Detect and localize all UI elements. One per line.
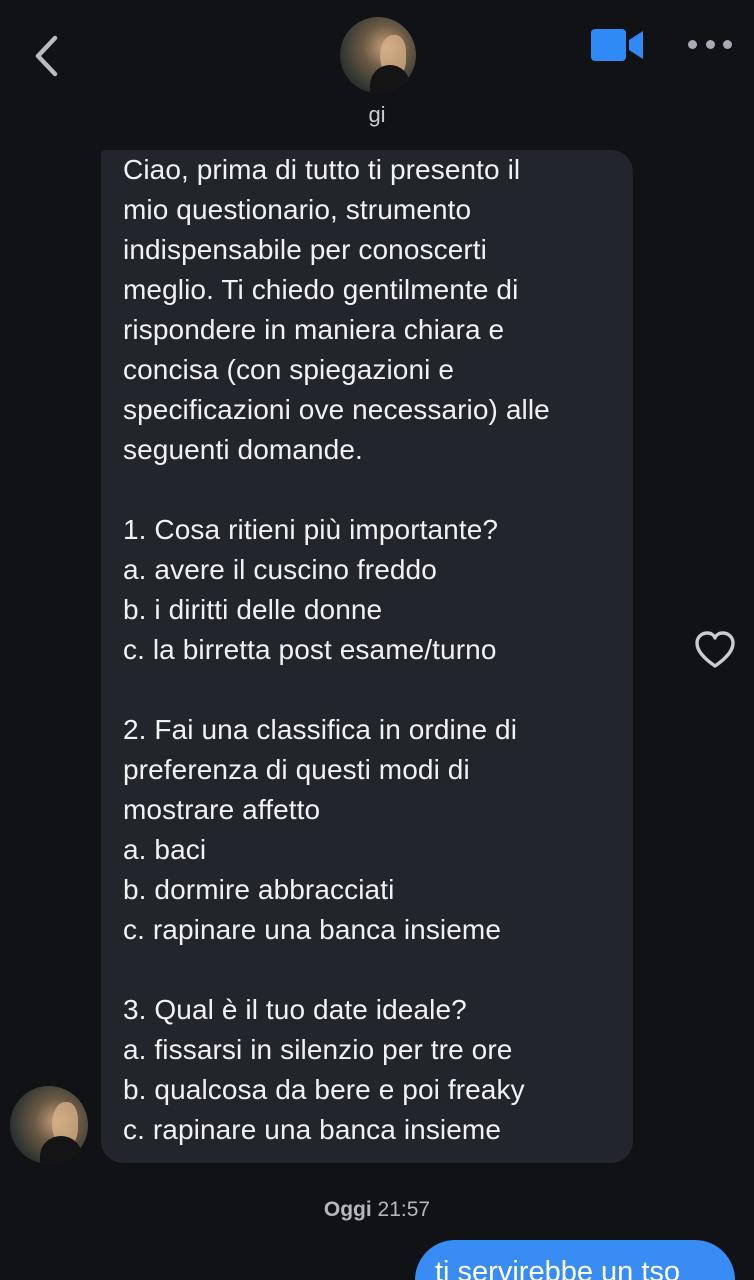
more-options-button[interactable] (688, 32, 732, 56)
contact-name[interactable]: gi (0, 102, 754, 128)
timestamp-time: 21:57 (377, 1198, 431, 1221)
incoming-message-bubble[interactable]: Ciao, prima di tutto ti presento il mio … (101, 150, 633, 1163)
like-button[interactable] (694, 630, 736, 670)
outgoing-message-text: ti servirebbe un tso (435, 1256, 681, 1280)
contact-avatar[interactable] (340, 17, 416, 93)
chat-screen: gi Ciao, prima di tutto ti presento il m… (0, 0, 754, 1280)
more-dots-icon (688, 39, 697, 49)
more-dots-icon (705, 39, 715, 49)
message-timestamp: Oggi 21:57 (0, 1198, 754, 1222)
heart-outline-icon (695, 631, 735, 668)
timestamp-day: Oggi (323, 1198, 372, 1221)
video-camera-icon (591, 29, 643, 61)
back-button[interactable] (24, 30, 68, 82)
sender-avatar[interactable] (10, 1086, 88, 1164)
incoming-message-text: Ciao, prima di tutto ti presento il mio … (123, 154, 550, 1145)
avatar-body (40, 1136, 82, 1164)
video-call-button[interactable] (590, 28, 646, 62)
chevron-left-icon (35, 35, 58, 77)
outgoing-message-bubble[interactable]: ti servirebbe un tso (415, 1240, 735, 1280)
more-dots-icon (723, 39, 732, 49)
